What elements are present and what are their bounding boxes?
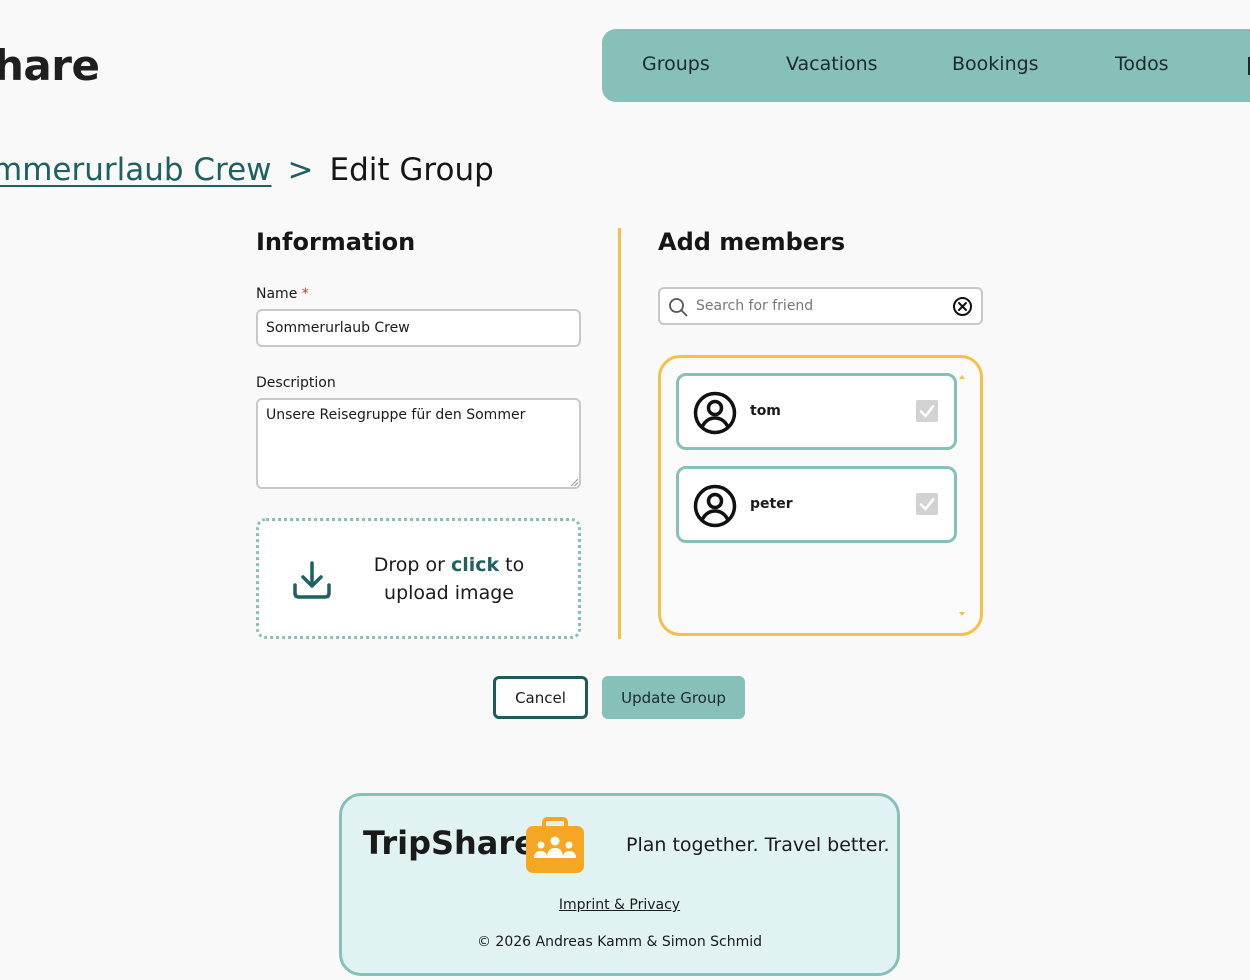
footer-tagline: Plan together. Travel better. — [626, 834, 890, 856]
checkmark-icon — [919, 498, 935, 511]
name-label: Name * — [256, 286, 309, 302]
member-item-peter[interactable]: peter — [676, 466, 957, 543]
nav-item-vacations[interactable]: Vacations — [786, 53, 878, 75]
nav-item-todos[interactable]: Todos — [1115, 53, 1169, 75]
footer-copyright: © 2026 Andreas Kamm & Simon Schmid — [476, 934, 763, 950]
breadcrumb-separator: > — [287, 152, 314, 188]
member-item-tom[interactable]: tom — [676, 373, 957, 450]
main-nav: Groups Vacations Bookings Todos — [602, 29, 1250, 102]
search-input[interactable] — [696, 289, 946, 323]
image-upload-dropzone[interactable]: Drop or click to upload image — [256, 518, 581, 639]
textarea-resize-handle[interactable] — [571, 479, 578, 486]
user-avatar-icon — [693, 391, 737, 435]
column-divider — [618, 228, 621, 639]
name-input[interactable] — [256, 309, 581, 347]
download-icon — [293, 561, 331, 599]
app-logo-text[interactable]: hare — [0, 40, 100, 92]
cancel-button[interactable]: Cancel — [493, 676, 588, 719]
user-avatar-icon — [693, 484, 737, 528]
footer-brand: TripShare — [363, 824, 536, 862]
member-checkbox[interactable] — [916, 493, 938, 515]
member-checkbox[interactable] — [916, 400, 938, 422]
member-list[interactable]: tom peter — [658, 355, 983, 636]
upload-instructions: Drop or click to upload image — [373, 554, 525, 604]
search-icon — [669, 298, 688, 317]
required-mark: * — [301, 286, 309, 302]
breadcrumb: mmerurlaub Crew > Edit Group — [0, 148, 494, 192]
suitcase-group-logo-icon — [526, 817, 584, 873]
add-members-heading: Add members — [658, 228, 846, 256]
clear-search-icon[interactable] — [952, 296, 973, 317]
imprint-privacy-link[interactable]: Imprint & Privacy — [559, 897, 680, 913]
description-label: Description — [256, 375, 336, 391]
information-heading: Information — [256, 228, 416, 256]
footer: TripShare Plan together. Travel better. … — [339, 793, 900, 976]
member-name: peter — [750, 496, 793, 512]
description-textarea[interactable]: Unsere Reisegruppe für den Sommer — [256, 398, 581, 489]
breadcrumb-group-link[interactable]: mmerurlaub Crew — [0, 152, 272, 188]
nav-item-groups[interactable]: Groups — [642, 53, 710, 75]
nav-item-bookings[interactable]: Bookings — [952, 53, 1039, 75]
upload-click-link[interactable]: click — [451, 554, 499, 576]
friend-search — [658, 287, 983, 325]
scroll-up-arrow[interactable] — [959, 375, 965, 379]
checkmark-icon — [919, 405, 935, 418]
member-name: tom — [750, 403, 781, 419]
page-title: Edit Group — [329, 152, 494, 188]
update-group-button[interactable]: Update Group — [602, 676, 745, 719]
scroll-down-arrow[interactable] — [959, 612, 965, 616]
